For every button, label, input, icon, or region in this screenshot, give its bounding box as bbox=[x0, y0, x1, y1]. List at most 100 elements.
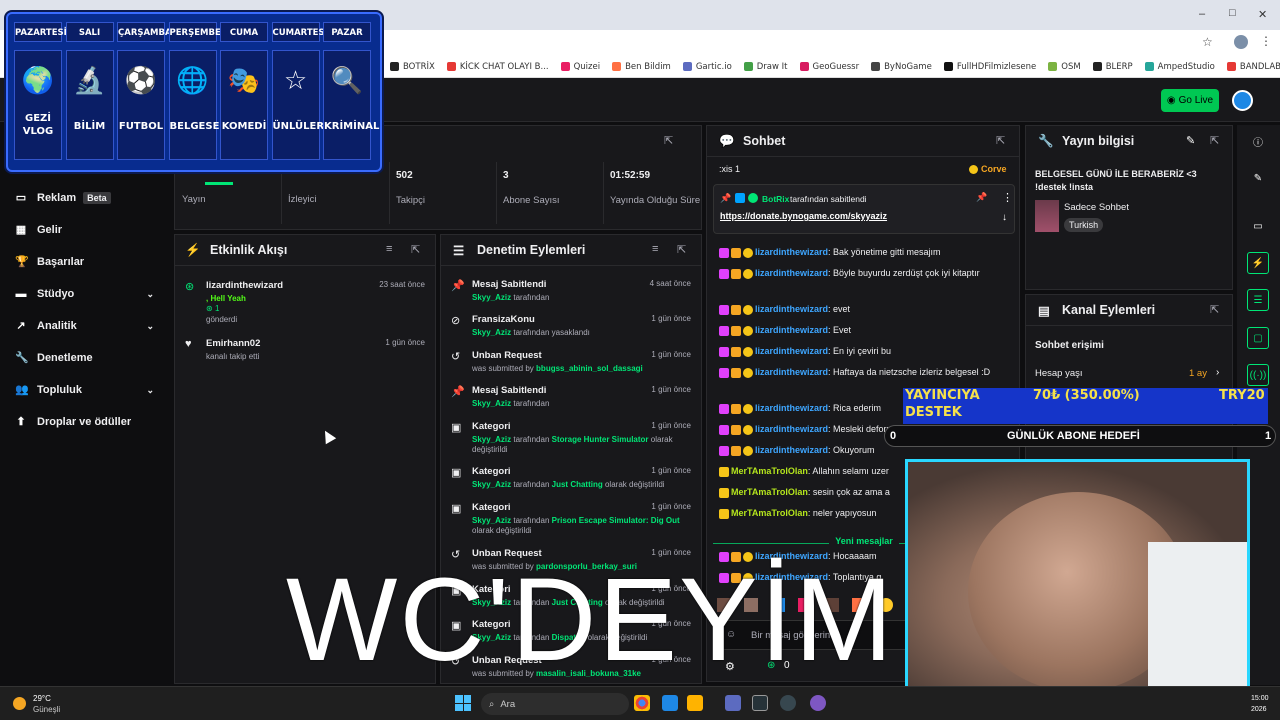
list-icon[interactable]: ☰ bbox=[1247, 289, 1269, 311]
bookmark-item[interactable]: Gartic.io bbox=[682, 62, 732, 72]
windows-start-icon[interactable] bbox=[455, 695, 471, 711]
sidebar-item[interactable]: 👥 Topluluk ⌄ bbox=[0, 374, 172, 406]
taskbar-search[interactable]: ⌕ Ara bbox=[481, 693, 629, 715]
maximize-button[interactable]: □ bbox=[1229, 7, 1236, 19]
bookmark-item[interactable]: Ben Bildim bbox=[612, 62, 671, 72]
bookmark-favicon-icon bbox=[1048, 62, 1058, 71]
chevron-down-icon[interactable]: ⌄ bbox=[146, 321, 154, 332]
popout-icon[interactable]: ⇱ bbox=[411, 243, 420, 256]
expand-icon[interactable]: ⇱ bbox=[664, 134, 673, 147]
app-icon[interactable] bbox=[810, 695, 826, 711]
collapse-arrow-icon[interactable]: ↓ bbox=[1002, 212, 1007, 223]
more-options-icon[interactable]: ⋮ bbox=[1002, 191, 1013, 204]
info-icon[interactable]: ⓘ bbox=[1247, 130, 1269, 152]
theme-icon: 🎭 bbox=[227, 65, 261, 95]
weather-temp: 29°C bbox=[33, 694, 51, 703]
donate-link[interactable]: https://donate.bynogame.com/skyyaziz bbox=[720, 211, 887, 221]
user-avatar[interactable] bbox=[1232, 90, 1253, 111]
moderation-item: ▣ Kategori 1 gün önce Skyy_Aziz tarafından … bbox=[451, 466, 691, 490]
badge-icon bbox=[731, 403, 741, 414]
chat-username[interactable]: lizardinthewizard bbox=[755, 268, 828, 278]
popout-icon[interactable]: ⇱ bbox=[677, 243, 686, 256]
moderation-action-icon: ↺ bbox=[451, 351, 461, 363]
bookmark-item[interactable]: AmpedStudio bbox=[1144, 62, 1215, 72]
sidebar-item[interactable]: 🏆 Başarılar bbox=[0, 246, 172, 278]
chat-username[interactable]: lizardinthewizard bbox=[755, 325, 828, 335]
sidebar-item[interactable]: 🔧 Denetleme bbox=[0, 342, 172, 374]
teams-icon[interactable] bbox=[725, 695, 741, 711]
chat-username[interactable]: lizardinthewizard bbox=[755, 424, 828, 434]
filter-icon[interactable]: ≡ bbox=[652, 243, 658, 255]
chat-username[interactable]: MerTAmaTrolOlan bbox=[731, 508, 808, 518]
chat-message: lizardinthewizard: Böyle buyurdu zerdüşt… bbox=[719, 267, 1014, 281]
bookmark-item[interactable]: BOTRİX bbox=[390, 62, 435, 72]
schedule-day: ÇARŞAMBA bbox=[117, 22, 172, 42]
account-age-value[interactable]: 1 ay bbox=[1189, 368, 1207, 379]
chat-username[interactable]: lizardinthewizard bbox=[755, 346, 828, 356]
chat-text: : Evet bbox=[828, 325, 852, 335]
chevron-down-icon[interactable]: ⌄ bbox=[146, 385, 154, 396]
pin-icon: 📌 bbox=[720, 193, 732, 203]
chat-username[interactable]: lizardinthewizard bbox=[755, 445, 828, 455]
sidebar-item[interactable]: ⬆ Droplar ve ödüller bbox=[0, 406, 172, 438]
chat-message: lizardinthewizard: Haftaya da nietzsche … bbox=[719, 366, 1014, 380]
badge-icon bbox=[719, 424, 729, 435]
chat-username[interactable]: MerTAmaTrolOlan bbox=[731, 487, 808, 497]
stat-label: Yayında Olduğu Süre bbox=[610, 195, 701, 206]
chat-username[interactable]: lizardinthewizard bbox=[755, 403, 828, 413]
app-icon[interactable] bbox=[662, 695, 678, 711]
chat-message: lizardinthewizard: Bak yönetime gitti me… bbox=[719, 246, 1014, 260]
minimize-button[interactable]: – bbox=[1199, 8, 1205, 20]
close-button[interactable]: ✕ bbox=[1258, 8, 1267, 21]
bolt-icon[interactable]: ⚡ bbox=[1247, 252, 1269, 274]
chrome-icon[interactable] bbox=[634, 695, 650, 711]
chat-username[interactable]: lizardinthewizard bbox=[755, 247, 828, 257]
sidebar-item[interactable]: ↗ Analitik ⌄ bbox=[0, 310, 172, 342]
edit-icon[interactable]: ✎ bbox=[1186, 134, 1195, 147]
theme-label: KRİMİNAL bbox=[324, 121, 380, 132]
sidebar-item[interactable]: ▬ Stüdyo ⌄ bbox=[0, 278, 172, 310]
app-icon[interactable] bbox=[780, 695, 796, 711]
weather-sun-icon[interactable] bbox=[13, 697, 26, 710]
category-name[interactable]: Sadece Sohbet bbox=[1064, 202, 1129, 213]
badge-icon bbox=[743, 445, 753, 456]
filter-icon[interactable]: ≡ bbox=[386, 243, 392, 255]
chat-username[interactable]: MerTAmaTrolOlan bbox=[731, 466, 808, 476]
moderation-time: 4 saat önce bbox=[649, 279, 691, 288]
chevron-down-icon[interactable]: ⌄ bbox=[146, 289, 154, 300]
bookmark-item[interactable]: KİCK CHAT OLAYI B... bbox=[446, 62, 549, 72]
bookmark-item[interactable]: BANDLAB bbox=[1226, 62, 1280, 72]
popout-icon[interactable]: ⇱ bbox=[996, 134, 1005, 147]
badge-icon bbox=[743, 304, 753, 315]
stat-item: 01:52:59 Yayında Olduğu Süre bbox=[610, 170, 705, 206]
chevron-right-icon[interactable]: › bbox=[1216, 367, 1219, 378]
layout-icon[interactable]: ▭ bbox=[1247, 215, 1269, 237]
bookmark-star-icon[interactable]: ☆ bbox=[1202, 35, 1213, 49]
bookmark-item[interactable]: FullHDFilmizlesene bbox=[943, 62, 1036, 72]
popout-icon[interactable]: ⇱ bbox=[1210, 303, 1219, 316]
bookmark-item[interactable]: GeoGuessr bbox=[799, 62, 859, 72]
bookmark-item[interactable]: Quizei bbox=[560, 62, 600, 72]
broadcast-icon[interactable]: ((·)) bbox=[1247, 364, 1269, 386]
profile-avatar[interactable] bbox=[1234, 35, 1248, 49]
bookmark-item[interactable]: OSM bbox=[1048, 62, 1081, 72]
bookmark-item[interactable]: BLERP bbox=[1092, 62, 1133, 72]
chat-message: lizardinthewizard: evet bbox=[719, 303, 1014, 317]
menu-icon[interactable]: ⋮ bbox=[1260, 34, 1272, 48]
activity-time: 23 saat önce bbox=[379, 280, 425, 289]
folder-icon[interactable] bbox=[687, 695, 703, 711]
sidebar-item[interactable]: ▭ Reklam Beta bbox=[0, 182, 172, 214]
go-live-button[interactable]: ◉ Go Live bbox=[1161, 89, 1219, 112]
bookmark-item[interactable]: ByNoGame bbox=[871, 62, 932, 72]
sidebar-item[interactable]: ▦ Gelir bbox=[0, 214, 172, 246]
pin-action-icon[interactable]: 📌 bbox=[976, 192, 987, 203]
chat-username[interactable]: lizardinthewizard bbox=[755, 304, 828, 314]
pen-icon[interactable]: ✎ bbox=[1247, 167, 1269, 189]
chat-username[interactable]: lizardinthewizard bbox=[755, 367, 828, 377]
comment-icon[interactable]: ▢ bbox=[1247, 327, 1269, 349]
epic-icon[interactable] bbox=[752, 695, 768, 711]
chat-partial-line: :xis 1 bbox=[719, 164, 741, 174]
popout-icon[interactable]: ⇱ bbox=[1210, 134, 1219, 147]
theme-label: KOMEDİ bbox=[221, 121, 267, 132]
bookmark-item[interactable]: Draw It bbox=[743, 62, 788, 72]
